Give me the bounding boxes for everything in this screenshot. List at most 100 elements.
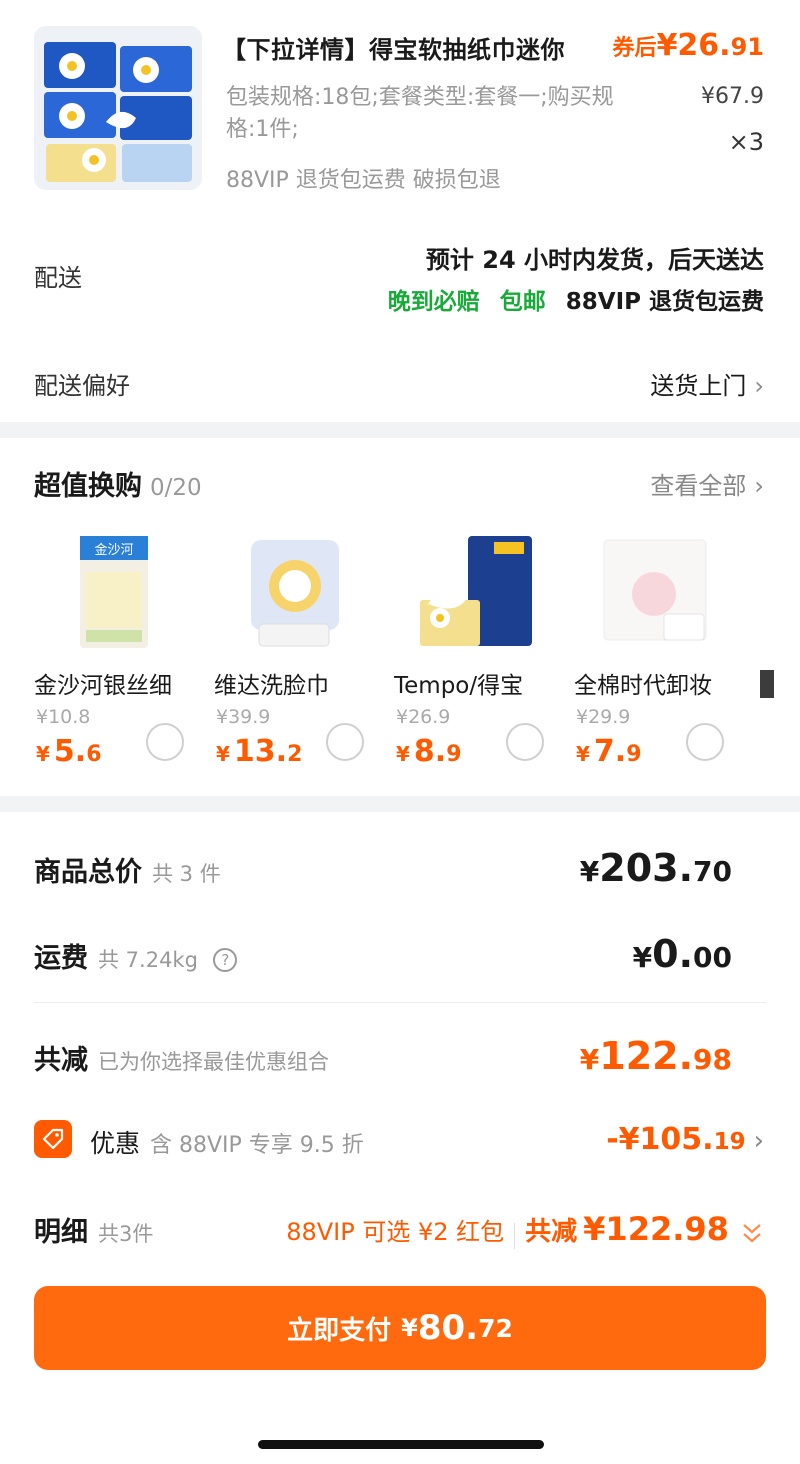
value-dec: 98 [693, 1043, 732, 1076]
value-dec: 00 [693, 941, 732, 974]
shipping-label: 运费共 7.24kg ? [34, 936, 238, 975]
value-dec: 19 [713, 1129, 746, 1155]
delivery-pref-value: 送货上门 [650, 372, 747, 400]
help-circle-icon[interactable]: ? [213, 948, 238, 972]
swap-title: 超值换购 0/20 [34, 464, 202, 503]
swap-item[interactable]: 维达洗脸巾 ¥39.9 ¥13.2 [214, 530, 384, 780]
free-shipping-tag: 包邮 [499, 289, 546, 315]
product-section: 【下拉详情】得宝软抽纸巾迷你 券后¥26.91 包装规格:18包;套餐类型:套餐… [0, 0, 800, 420]
goods-total-title: 商品总价 [34, 857, 142, 888]
yen-sign: ¥ [36, 742, 50, 766]
total-reduce-label: 共减 已为你选择最佳优惠组合 [34, 1038, 329, 1077]
swap-item-radio[interactable] [146, 723, 184, 761]
tag-icon [34, 1120, 72, 1158]
delivery-pref-selector[interactable]: 送货上门 › [650, 366, 764, 401]
swap-item-price: ¥8.9 [396, 734, 462, 769]
swap-item-radio[interactable] [686, 723, 724, 761]
price-dec: 2 [287, 742, 303, 767]
delivery-tags: 晚到必赔 包邮 88VIP 退货包运费 [388, 282, 764, 316]
cotton-pads-icon [603, 539, 707, 641]
coupon-desc: 含 88VIP 专享 9.5 折 [150, 1133, 364, 1158]
shipping-value: ¥0.00 [633, 932, 732, 976]
swap-count: 0/20 [150, 475, 202, 501]
hongbao-hint: 88VIP 可选 ¥2 红包 [286, 1218, 505, 1246]
shipping-weight: 共 7.24kg [98, 948, 198, 972]
price-int: 13. [233, 734, 288, 769]
swap-item-image: 金沙河 [34, 530, 194, 654]
shipping-title: 运费 [34, 943, 88, 974]
swap-item-price: ¥13.2 [216, 734, 302, 769]
swap-item-image [574, 530, 734, 654]
swap-item-name: 全棉时代卸妆 [574, 673, 712, 699]
return-shipping-tag: 88VIP 退货包运费 [565, 289, 764, 315]
goods-total-count: 共 3 件 [152, 862, 221, 886]
pay-now-button[interactable]: 立即支付 ¥80. 72 [34, 1286, 766, 1370]
original-price: ¥67.9 [701, 84, 764, 109]
tag-glyph [42, 1128, 64, 1150]
swap-item-image [394, 530, 554, 654]
yen-sign: ¥ [576, 742, 590, 766]
pay-dec: 72 [478, 1313, 513, 1343]
detail-title: 明细 [34, 1217, 88, 1248]
price-dec: 9 [446, 742, 462, 767]
section-divider [0, 422, 800, 438]
total-reduce-value: ¥122.98 [580, 1034, 732, 1078]
service-tags: 88VIP 退货包运费 破损包退 [226, 168, 501, 193]
value-int: -¥105. [606, 1122, 714, 1157]
coupon-price-int: ¥26. [656, 28, 731, 63]
yen-sign: ¥ [401, 1314, 418, 1342]
total-reduce-desc: 已为你选择最佳优惠组合 [98, 1050, 329, 1074]
late-compensation-tag: 晚到必赔 [387, 289, 480, 315]
swap-item-name: 维达洗脸巾 [214, 673, 329, 699]
product-spec[interactable]: 包装规格:18包;套餐类型:套餐一;购买规格:1件; [226, 82, 616, 146]
pay-label: 立即支付 [287, 1315, 392, 1346]
price-int: 5. [53, 734, 87, 769]
coupon-price: 券后¥26.91 [613, 28, 764, 63]
yen-sign: ¥ [632, 941, 653, 974]
goods-total-label: 商品总价共 3 件 [34, 850, 221, 889]
yen-sign: ¥ [579, 1043, 600, 1076]
swap-item-name: Tempo/得宝 [394, 673, 524, 699]
tissue-pack-image [34, 26, 202, 190]
quantity[interactable]: ×3 [729, 128, 764, 156]
swap-item-price: ¥7.9 [576, 734, 642, 769]
detail-summary[interactable]: 88VIP 可选 ¥2 红包 共减 ¥122.98 [286, 1210, 764, 1251]
face-towel-pack-icon [251, 540, 339, 647]
swap-item-orig-price: ¥10.8 [36, 706, 91, 728]
delivery-pref-label: 配送偏好 [34, 372, 130, 400]
swap-item-radio[interactable] [506, 723, 544, 761]
product-thumbnail[interactable] [34, 26, 202, 190]
chevron-double-down-icon [740, 1221, 764, 1251]
swap-item[interactable]: 全棉时代卸妆 ¥29.9 ¥7.9 [574, 530, 744, 780]
view-all-label: 查看全部 [650, 472, 747, 500]
swap-item[interactable]: 金沙河 金沙河银丝细 ¥10.8 ¥5.6 [34, 530, 204, 780]
coupon-price-label: 券后 [612, 36, 657, 61]
product-title[interactable]: 【下拉详情】得宝软抽纸巾迷你 [222, 30, 565, 65]
yen-sign: ¥ [579, 855, 600, 888]
swap-item[interactable]: Tempo/得宝 ¥26.9 ¥8.9 [394, 530, 564, 780]
chevron-right-icon: › [754, 472, 764, 500]
coupon-title: 优惠 [90, 1129, 141, 1158]
home-indicator[interactable] [258, 1440, 544, 1449]
swap-item-orig-price: ¥29.9 [576, 706, 631, 728]
price-dec: 9 [626, 742, 642, 767]
yen-sign: ¥ [396, 742, 410, 766]
chevron-right-icon: › [754, 372, 764, 400]
chevron-right-icon: › [753, 1126, 764, 1156]
value-int: 0. [652, 932, 694, 976]
divider-line [34, 1002, 766, 1003]
total-reduce-title: 共减 [34, 1045, 88, 1076]
price-int: 8. [413, 734, 447, 769]
coupon-label[interactable]: 优惠含 88VIP 专享 9.5 折 [90, 1124, 364, 1160]
swap-item-radio[interactable] [326, 723, 364, 761]
view-all-link[interactable]: 查看全部 › [650, 466, 764, 501]
value-int: 122. [599, 1034, 694, 1078]
coupon-value[interactable]: -¥105.19 › [606, 1122, 764, 1157]
detail-count: 共3件 [98, 1222, 154, 1246]
delivery-estimate: 预计 24 小时内发货，后天送达 [425, 246, 764, 274]
goods-total-value: ¥203.70 [580, 846, 732, 890]
swap-item-name: 金沙河银丝细 [34, 673, 172, 699]
swap-title-text: 超值换购 [34, 471, 142, 502]
noodle-pack-icon: 金沙河 [80, 536, 148, 648]
pay-int: 80. [417, 1308, 479, 1348]
